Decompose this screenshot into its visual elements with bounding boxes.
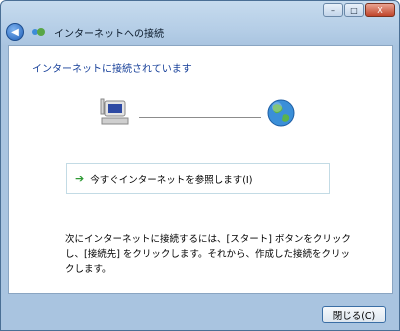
browse-internet-label: 今すぐインターネットを参照します(I) [90, 174, 253, 186]
wizard-header: ◀ インターネットへの接続 [6, 23, 164, 41]
close-window-button[interactable]: X [365, 3, 395, 17]
arrow-right-icon: ➔ [75, 172, 85, 185]
page-heading: インターネットに接続されています [32, 64, 192, 75]
globe-icon [267, 99, 295, 127]
back-icon: ◀ [11, 26, 19, 38]
network-connection-icon [32, 26, 46, 38]
minimize-button[interactable]: – [323, 3, 343, 17]
maximize-button[interactable]: □ [344, 3, 364, 17]
connection-line [139, 117, 261, 118]
back-button[interactable]: ◀ [6, 23, 24, 41]
window-title: インターネットへの接続 [54, 28, 164, 40]
close-button[interactable]: 閉じる(C) [322, 306, 386, 323]
computer-icon [100, 98, 129, 125]
close-button-label: 閉じる(C) [332, 310, 376, 322]
wizard-window: – □ X ◀ インターネットへの接続 インターネットに接続されています ➔ 今… [0, 0, 400, 331]
titlebar-controls: – □ X [323, 3, 395, 17]
maximize-icon: □ [350, 5, 358, 15]
browse-internet-link[interactable]: ➔ 今すぐインターネットを参照します(I) [66, 163, 330, 194]
wizard-content: インターネットに接続されています ➔ 今すぐインターネットを参照します(I) 次… [8, 45, 393, 294]
minimize-icon: – [331, 5, 335, 15]
close-icon: X [377, 5, 383, 15]
info-text: 次にインターネットに接続するには、[スタート] ボタンをクリックし、[接続先] … [65, 234, 351, 275]
